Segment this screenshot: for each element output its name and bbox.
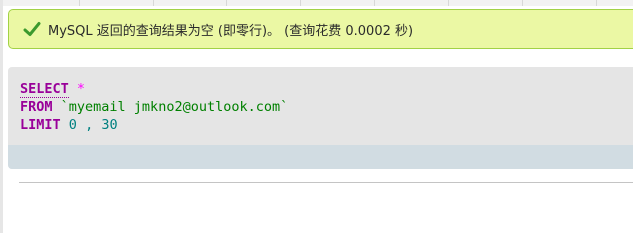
sql-table-name: `myemail jmkno2@outlook.com` <box>60 99 289 115</box>
check-icon <box>23 22 41 36</box>
tab-divider <box>522 0 523 6</box>
sql-limit-count: 30 <box>101 117 118 133</box>
tab-divider <box>79 0 80 6</box>
tab-divider <box>448 0 449 6</box>
tab-divider <box>374 0 375 6</box>
sql-select-star: * <box>76 81 86 97</box>
sql-query-code: SELECT * FROM `myemail jmkno2@outlook.co… <box>20 80 288 134</box>
success-message-text: MySQL 返回的查询结果为空 (即零行)。 (查询花费 0.0002 秒) <box>48 23 414 39</box>
tab-divider <box>226 0 227 6</box>
sql-query-box: SELECT * FROM `myemail jmkno2@outlook.co… <box>8 67 633 169</box>
sql-limit-offset: 0 <box>68 117 77 133</box>
success-message: MySQL 返回的查询结果为空 (即零行)。 (查询花费 0.0002 秒) <box>8 9 633 49</box>
page: MySQL 返回的查询结果为空 (即零行)。 (查询花费 0.0002 秒) S… <box>0 0 633 233</box>
sql-keyword-select[interactable]: SELECT <box>20 81 69 98</box>
tab-divider <box>153 0 154 6</box>
sql-keyword-from: FROM <box>20 99 53 115</box>
top-strip <box>0 0 633 6</box>
sql-query-footer <box>8 145 633 169</box>
tab-divider <box>596 0 597 6</box>
left-edge <box>0 0 3 233</box>
sql-keyword-limit: LIMIT <box>20 117 61 133</box>
tab-divider <box>300 0 301 6</box>
sql-limit-comma: , <box>85 117 94 133</box>
section-divider <box>19 182 633 183</box>
